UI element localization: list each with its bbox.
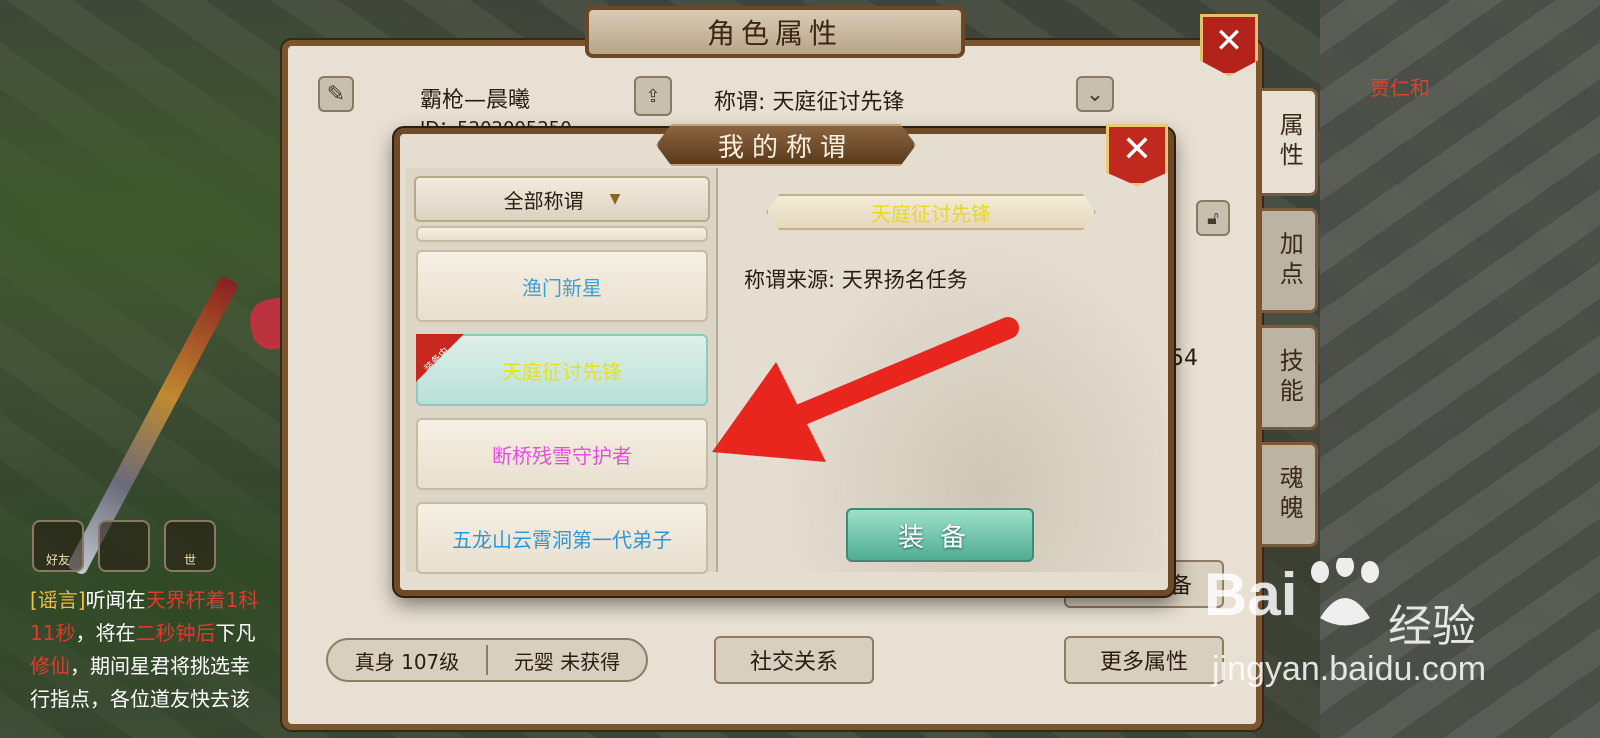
watermark-brand: Bai <box>1204 561 1298 628</box>
watermark-brand-zh: 经验 <box>1388 601 1476 652</box>
watermark-url: jingyan.baidu.com <box>1212 650 1487 688</box>
baidu-paw-icon <box>1311 558 1379 626</box>
